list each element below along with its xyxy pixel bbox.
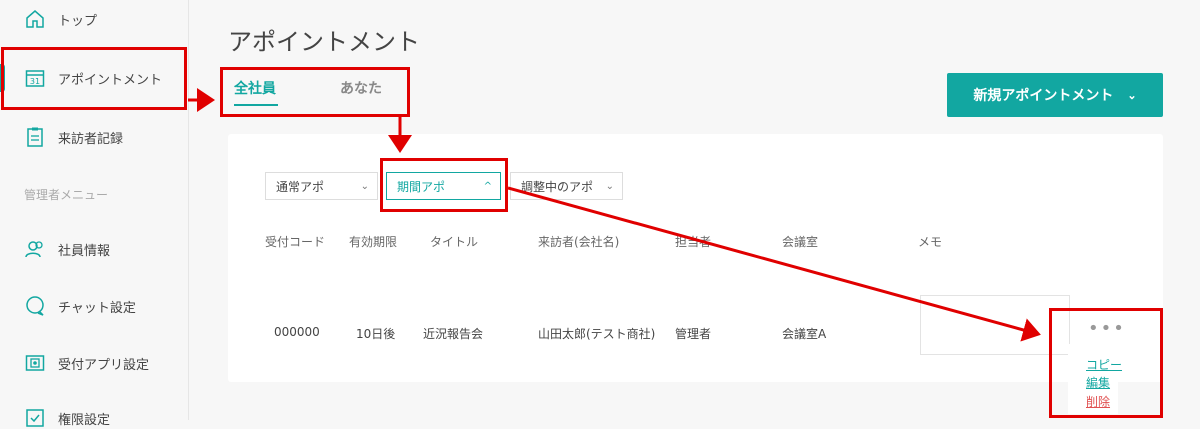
- annotation-arrow-filter-to-menu: [507, 186, 1041, 342]
- annotation-arrows: [188, 88, 1041, 342]
